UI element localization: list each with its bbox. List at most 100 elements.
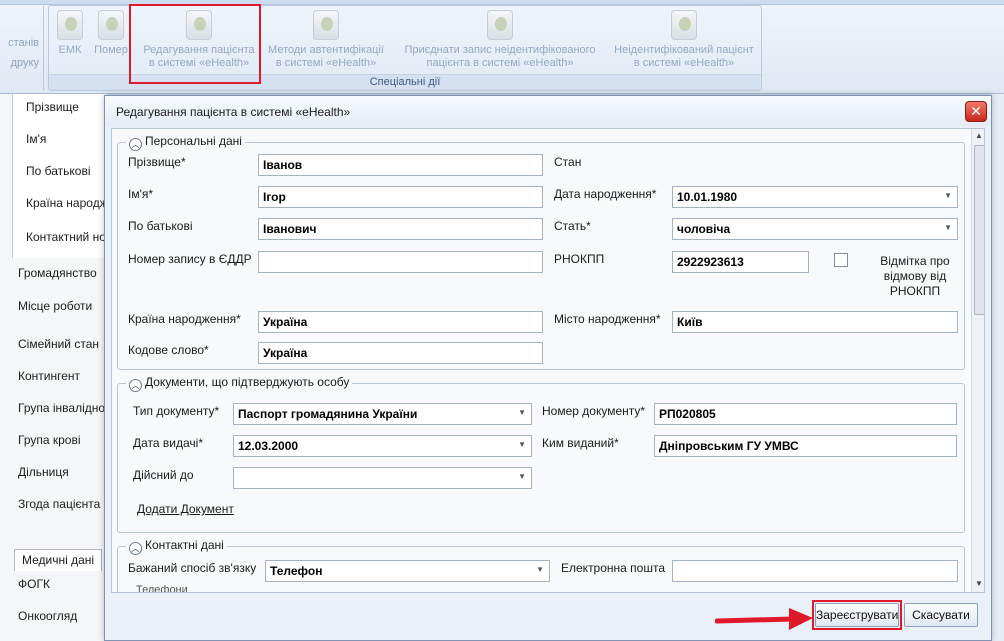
- dialog-content: ︿ Персональні дані Прізвище* Іванов Ім'я*…: [111, 128, 985, 593]
- documents-section: ︿ Документи, що підтверджують особу Тип д…: [117, 375, 965, 533]
- edit-patient-dialog: Редагування пацієнта в системі «eHealth»…: [104, 95, 992, 641]
- contact-method-label: Бажаний спосіб зв'язку: [128, 561, 257, 575]
- side-item-contact[interactable]: Контактний но: [26, 230, 106, 244]
- birth-city-input[interactable]: Київ: [672, 311, 958, 333]
- dialog-titlebar: Редагування пацієнта в системі «eHealth»…: [105, 96, 991, 126]
- close-icon: ✕: [970, 103, 982, 119]
- codeword-input[interactable]: Україна: [258, 342, 543, 364]
- chevron-down-icon: ▼: [944, 191, 952, 200]
- auth-methods-ehealth-button[interactable]: Методи автентифікації в системі «eHealth…: [261, 10, 391, 70]
- side-item-birth-country[interactable]: Країна народж: [26, 196, 108, 210]
- rnokpp-label: РНОКПП: [554, 252, 605, 266]
- side-item-citizenship[interactable]: Громадянство: [18, 266, 97, 280]
- birth-country-label: Країна народження*: [128, 312, 241, 326]
- unidentified-patient-label: Неідентифікований пацієнт в системі «eHe…: [614, 44, 754, 69]
- issue-date-value: 12.03.2000: [238, 439, 299, 453]
- pomer-button-label: Помер: [94, 44, 128, 56]
- side-item-consent[interactable]: Згода пацієнта: [18, 497, 100, 511]
- name-input[interactable]: Ігор: [258, 186, 543, 208]
- side-inner-list: Прізвище Ім'я По батькові Країна народж …: [12, 94, 108, 258]
- email-label: Електронна пошта: [561, 561, 666, 575]
- doc-number-input[interactable]: РП020805: [654, 403, 957, 425]
- contacts-legend[interactable]: ︿ Контактні дані: [126, 538, 227, 555]
- close-button[interactable]: ✕: [965, 101, 987, 122]
- rnokpp-input[interactable]: 2922923613: [672, 251, 809, 273]
- collapse-icon[interactable]: ︿: [129, 542, 142, 555]
- side-item-fogk[interactable]: ФОГК: [18, 577, 50, 591]
- side-item-blood-group[interactable]: Група крові: [18, 433, 81, 447]
- name-label: Ім'я*: [128, 187, 154, 201]
- birth-country-input[interactable]: Україна: [258, 311, 543, 333]
- side-item-district[interactable]: Дільниця: [18, 465, 69, 479]
- side-item-name[interactable]: Ім'я: [26, 132, 46, 146]
- sex-label: Стать*: [554, 219, 591, 233]
- dob-value: 10.01.1980: [677, 190, 738, 204]
- emk-button[interactable]: ЕМК: [54, 10, 86, 57]
- personal-data-legend[interactable]: ︿ Персональні дані: [126, 134, 245, 151]
- contact-method-value: Телефон: [270, 564, 323, 578]
- patient-icon: [671, 10, 697, 40]
- dob-label: Дата народження*: [554, 187, 657, 201]
- collapse-icon[interactable]: ︿: [129, 379, 142, 392]
- issue-date-select[interactable]: 12.03.2000 ▼: [233, 435, 532, 457]
- dob-select[interactable]: 10.01.1980 ▼: [672, 186, 958, 208]
- auth-methods-ehealth-label: Методи автентифікації в системі «eHealth…: [268, 44, 384, 69]
- contact-method-select[interactable]: Телефон ▼: [265, 560, 550, 582]
- status-label: Стан: [554, 155, 582, 169]
- eddr-input[interactable]: [258, 251, 543, 273]
- patient-icon: [487, 10, 513, 40]
- sex-select[interactable]: чоловіча ▼: [672, 218, 958, 240]
- collapse-icon[interactable]: ︿: [129, 138, 142, 151]
- side-item-patronymic[interactable]: По батькові: [26, 164, 91, 178]
- side-item-marital-status[interactable]: Сімейний стан: [18, 337, 99, 351]
- rnokpp-refusal-label: Відмітка про відмову від РНОКПП: [880, 254, 950, 298]
- patronymic-label: По батькові: [128, 219, 193, 233]
- valid-until-select[interactable]: ▼: [233, 467, 532, 489]
- issued-by-input[interactable]: Дніпровським ГУ УМВС: [654, 435, 957, 457]
- attach-unidentified-record-label: Приєднати запис неідентифікованого паціє…: [404, 44, 596, 69]
- patronymic-input[interactable]: Іванович: [258, 218, 543, 240]
- dialog-title: Редагування пацієнта в системі «eHealth»: [116, 105, 351, 119]
- doc-type-label: Тип документу*: [133, 404, 220, 418]
- surname-label: Прізвище*: [128, 155, 186, 169]
- contacts-section: ︿ Контактні дані Бажаний спосіб зв'язку Т…: [117, 538, 965, 592]
- personal-data-legend-text: Персональні дані: [145, 134, 242, 148]
- add-document-link[interactable]: Додати Документ: [137, 502, 234, 516]
- surname-input[interactable]: Іванов: [258, 154, 543, 176]
- rnokpp-refusal-checkbox[interactable]: [834, 253, 848, 267]
- chevron-down-icon: ▼: [944, 223, 952, 232]
- documents-legend[interactable]: ︿ Документи, що підтверджують особу: [126, 375, 353, 392]
- emk-icon: [57, 10, 83, 40]
- tab-medical-data[interactable]: Медичні дані: [14, 549, 102, 571]
- doc-type-select[interactable]: Паспорт громадянина України ▼: [233, 403, 532, 425]
- attach-unidentified-record-button[interactable]: Приєднати запис неідентифікованого паціє…: [393, 10, 607, 70]
- ribbon-group-left: станів друку: [0, 6, 44, 90]
- red-arrow-annotation: [715, 608, 813, 630]
- scrollbar-thumb[interactable]: [974, 145, 984, 315]
- side-item-disability-group[interactable]: Група інвалідно: [18, 401, 105, 415]
- phones-legend: Телефони: [134, 584, 190, 592]
- cancel-button[interactable]: Скасувати: [904, 603, 978, 627]
- email-input[interactable]: [672, 560, 958, 582]
- ribbon-left-label-1[interactable]: станів: [8, 37, 39, 49]
- doc-type-value: Паспорт громадянина України: [238, 407, 418, 421]
- emk-button-label: ЕМК: [58, 44, 82, 56]
- vertical-scrollbar[interactable]: ▲ ▼: [971, 129, 984, 592]
- side-item-oncology[interactable]: Онкоогляд: [18, 609, 77, 623]
- ribbon-left-label-2[interactable]: друку: [11, 57, 39, 69]
- side-item-workplace[interactable]: Місце роботи: [18, 299, 92, 313]
- background-right-strip: [990, 94, 1004, 641]
- unidentified-patient-button[interactable]: Неідентифікований пацієнт в системі «eHe…: [607, 10, 761, 70]
- scroll-down-icon[interactable]: ▼: [975, 579, 983, 588]
- ribbon: станів друку ЕМК Помер Редагування паціє…: [0, 0, 1004, 94]
- chevron-down-icon: ▼: [518, 408, 526, 417]
- pomer-button[interactable]: Помер: [91, 10, 131, 57]
- contacts-legend-text: Контактні дані: [145, 538, 224, 552]
- side-item-surname[interactable]: Прізвище: [26, 100, 79, 114]
- side-item-contingent[interactable]: Контингент: [18, 369, 80, 383]
- scroll-up-icon[interactable]: ▲: [975, 131, 983, 140]
- birth-city-label: Місто народження*: [554, 312, 661, 326]
- documents-legend-text: Документи, що підтверджують особу: [145, 375, 350, 389]
- issue-date-label: Дата видачі*: [133, 436, 203, 450]
- patient-side-panel: Прізвище Ім'я По батькові Країна народж …: [0, 94, 108, 641]
